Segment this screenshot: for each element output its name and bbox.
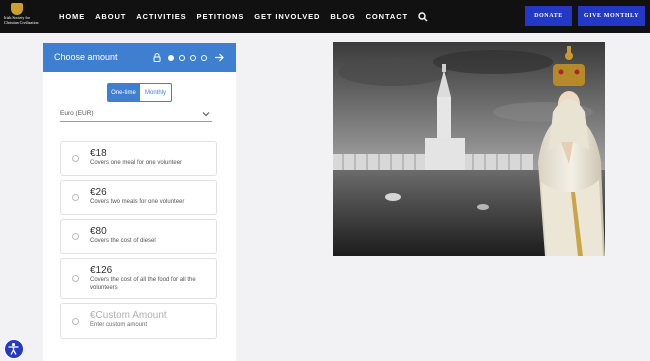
- site-logo[interactable]: Irish Society for Christian Civilization: [4, 3, 48, 30]
- logo-line-2: Christian Civilization: [4, 19, 39, 25]
- nav-link-get-involved[interactable]: GET INVOLVED: [254, 12, 320, 21]
- amount-value: €18: [90, 148, 107, 159]
- frequency-toggle: One-time Monthly: [107, 83, 172, 102]
- accessibility-icon: [8, 342, 19, 355]
- crest-icon: [11, 3, 23, 15]
- search-icon[interactable]: [418, 11, 428, 22]
- lock-icon: [153, 53, 161, 62]
- nav-links: HOME ABOUT ACTIVITIES PETITIONS GET INVO…: [59, 0, 428, 33]
- shrine-statue-photo: [333, 42, 605, 256]
- amount-description: Covers two meals for one volunteer: [90, 199, 185, 205]
- radio-button[interactable]: [72, 194, 79, 201]
- donation-form: Choose amount One-time Monthly Euro (EUR…: [43, 43, 236, 361]
- amount-value: €80: [90, 226, 107, 237]
- give-monthly-button[interactable]: GIVE MONTHLY: [578, 6, 645, 26]
- amount-option-18[interactable]: €18 Covers one meal for one volunteer: [60, 141, 217, 176]
- nav-link-blog[interactable]: BLOG: [330, 12, 355, 21]
- step-indicator-4: [201, 55, 207, 61]
- custom-amount-description: Enter custom amount: [90, 322, 148, 328]
- radio-button[interactable]: [72, 233, 79, 240]
- arrow-right-icon[interactable]: [214, 53, 224, 62]
- form-title: Choose amount: [54, 52, 118, 62]
- form-header: Choose amount: [43, 43, 236, 72]
- chevron-down-icon: [202, 112, 210, 117]
- logo-text: Irish Society for Christian Civilization: [4, 15, 48, 25]
- amount-description: Covers the cost of diesel: [90, 238, 156, 244]
- donate-button[interactable]: DONATE: [525, 6, 572, 26]
- top-navbar: Irish Society for Christian Civilization…: [0, 0, 650, 33]
- currency-value: Euro (EUR): [60, 110, 94, 117]
- accessibility-button[interactable]: [4, 339, 24, 359]
- custom-amount-input[interactable]: €Custom Amount: [90, 310, 167, 321]
- amount-option-126[interactable]: €126 Covers the cost of all the food for…: [60, 258, 217, 299]
- step-indicator-1: [168, 55, 174, 61]
- shrine-photo-image: [333, 42, 605, 256]
- amount-option-26[interactable]: €26 Covers two meals for one volunteer: [60, 180, 217, 215]
- frequency-one-time-button[interactable]: One-time: [107, 83, 140, 102]
- radio-button[interactable]: [72, 318, 79, 325]
- nav-link-contact[interactable]: CONTACT: [366, 12, 408, 21]
- radio-button[interactable]: [72, 155, 79, 162]
- amount-value: €126: [90, 265, 113, 276]
- amount-value: €26: [90, 187, 107, 198]
- nav-link-home[interactable]: HOME: [59, 12, 85, 21]
- step-indicator-3: [190, 55, 196, 61]
- amount-option-80[interactable]: €80 Covers the cost of diesel: [60, 219, 217, 254]
- step-indicator-2: [179, 55, 185, 61]
- nav-link-about[interactable]: ABOUT: [95, 12, 126, 21]
- nav-link-petitions[interactable]: PETITIONS: [197, 12, 245, 21]
- amount-description: Covers one meal for one volunteer: [90, 160, 183, 166]
- custom-amount-option[interactable]: €Custom Amount Enter custom amount: [60, 303, 217, 339]
- currency-select[interactable]: Euro (EUR): [60, 108, 212, 122]
- radio-button[interactable]: [72, 275, 79, 282]
- nav-link-activities[interactable]: ACTIVITIES: [136, 12, 186, 21]
- frequency-monthly-button[interactable]: Monthly: [140, 83, 172, 102]
- amount-description: Covers the cost of all the food for all …: [90, 277, 196, 291]
